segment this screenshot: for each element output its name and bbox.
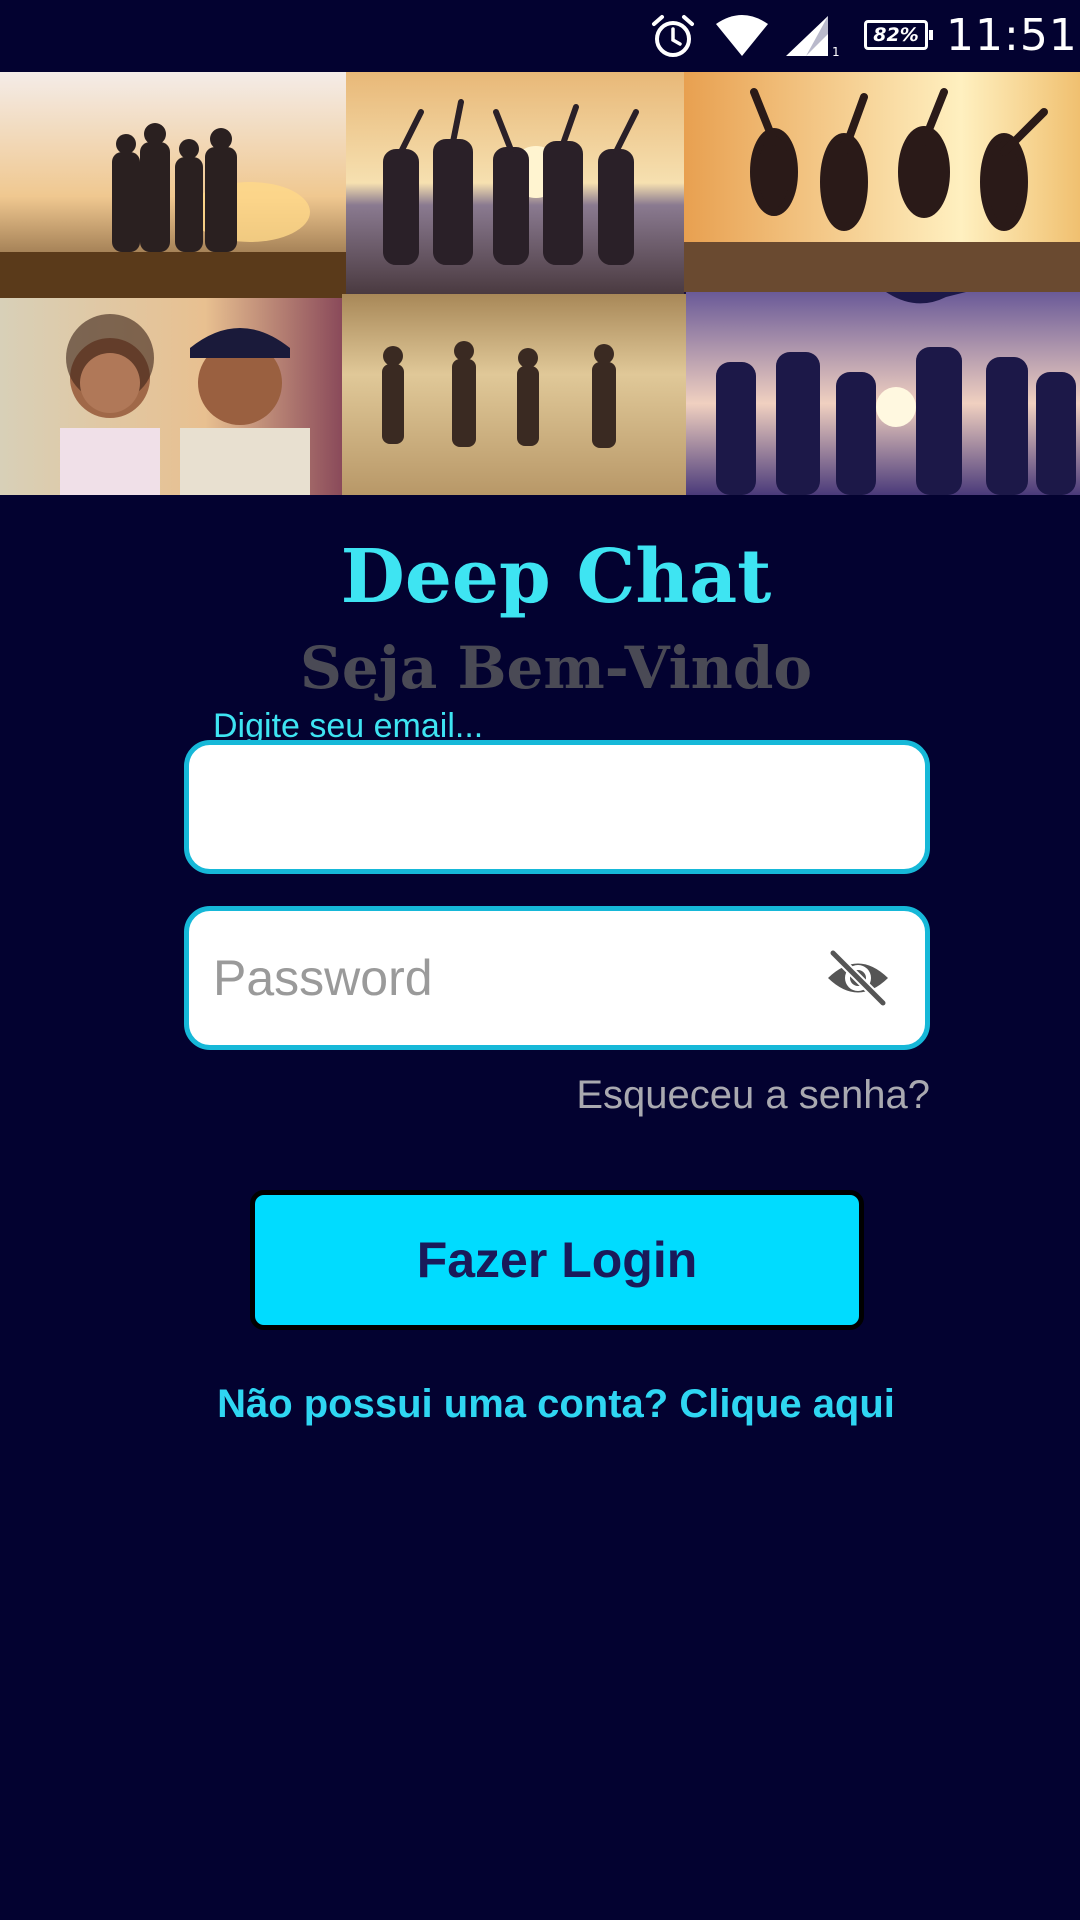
status-clock: 11:51 bbox=[946, 10, 1078, 61]
email-field[interactable] bbox=[189, 745, 749, 869]
signup-link[interactable]: Não possui uma conta? Clique aqui bbox=[0, 1378, 1080, 1430]
status-bar: 1 82% 11:51 bbox=[0, 0, 1080, 72]
eye-off-icon[interactable] bbox=[825, 949, 891, 1007]
photo-collage bbox=[0, 72, 1080, 495]
login-button[interactable]: Fazer Login bbox=[250, 1190, 864, 1330]
wifi-icon bbox=[716, 15, 768, 56]
jumping-friends-sunset-photo bbox=[684, 72, 1080, 292]
battery-level: 82% bbox=[873, 24, 919, 46]
svg-text:1: 1 bbox=[832, 45, 840, 58]
group-hands-up-beach-photo bbox=[346, 72, 684, 294]
group-hug-sunset-photo bbox=[0, 72, 346, 298]
password-field[interactable] bbox=[189, 911, 749, 1045]
password-field-container bbox=[184, 906, 930, 1050]
alarm-icon bbox=[652, 15, 694, 57]
forgot-password-link[interactable]: Esqueceu a senha? bbox=[576, 1070, 930, 1120]
friends-walking-field-photo bbox=[342, 294, 686, 495]
signal-icon: 1 bbox=[786, 16, 840, 58]
battery-icon: 82% bbox=[864, 20, 933, 50]
app-title: Deep Chat bbox=[340, 534, 772, 620]
beach-party-silhouette-photo bbox=[686, 292, 1080, 495]
email-field-container bbox=[184, 740, 930, 874]
couple-selfie-photo bbox=[0, 298, 342, 495]
welcome-subtitle: Seja Bem-Vindo bbox=[299, 634, 813, 702]
